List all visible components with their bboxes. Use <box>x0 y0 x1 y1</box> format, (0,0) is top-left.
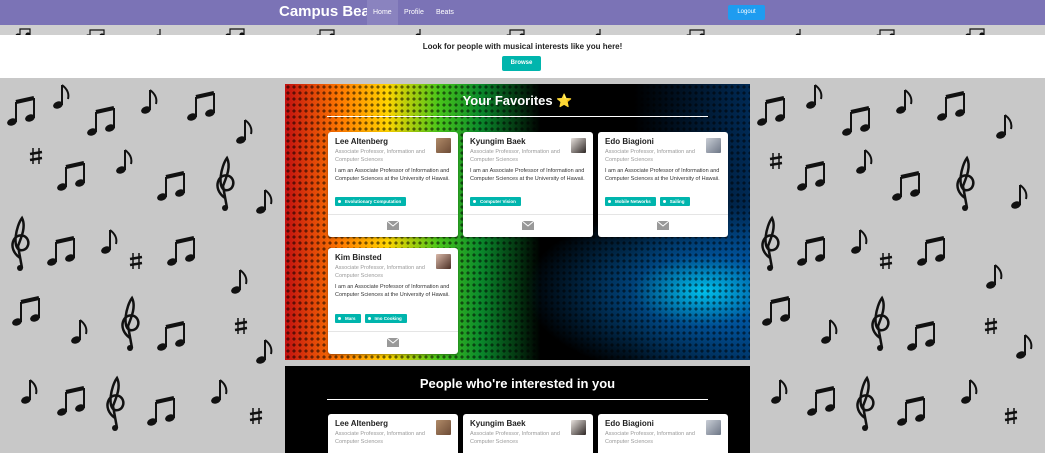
avatar <box>706 138 721 153</box>
interested-panel: People who're interested in you Lee Alte… <box>285 366 750 453</box>
profile-card[interactable]: Kyungim Baek Associate Professor, Inform… <box>463 132 593 237</box>
interest-tag[interactable]: Sailing <box>659 197 690 206</box>
card-name: Kyungim Baek <box>470 137 526 146</box>
favorites-panel: Your Favorites ⭐ Lee Altenberg Associate… <box>285 84 750 360</box>
interested-title: People who're interested in you <box>419 376 616 391</box>
card-description: I am an Associate Professor of Informati… <box>470 168 585 182</box>
avatar <box>706 420 721 435</box>
nav-home[interactable]: Home <box>367 0 398 25</box>
card-name: Kim Binsted <box>335 253 382 262</box>
card-name: Edo Biagioni <box>605 137 654 146</box>
profile-card[interactable]: Kyungim Baek Associate Professor, Inform… <box>463 414 593 453</box>
profile-card[interactable]: Lee Altenberg Associate Professor, Infor… <box>328 132 458 237</box>
card-name: Lee Altenberg <box>335 137 389 146</box>
mail-icon[interactable] <box>657 221 669 230</box>
favorites-divider <box>327 116 708 117</box>
favorites-title: Your Favorites ⭐ <box>462 93 573 108</box>
profile-card[interactable]: Edo Biagioni Associate Professor, Inform… <box>598 414 728 453</box>
card-divider <box>598 214 728 215</box>
avatar <box>571 420 586 435</box>
logout-button[interactable]: Logout <box>728 5 765 20</box>
card-tags: Mobile Networks Sailing <box>605 197 690 206</box>
nav-beats[interactable]: Beats <box>430 0 460 25</box>
card-tags: Mars Imo Cooking <box>335 314 407 323</box>
interest-tag[interactable]: Mars <box>335 314 361 323</box>
avatar <box>436 138 451 153</box>
interest-tag[interactable]: Imo Cooking <box>364 314 407 323</box>
mail-icon[interactable] <box>522 221 534 230</box>
mail-icon[interactable] <box>387 338 399 347</box>
card-title: Associate Professor, Information and Com… <box>605 149 695 163</box>
avatar <box>571 138 586 153</box>
browse-button[interactable]: Browse <box>502 56 541 71</box>
mail-icon[interactable] <box>387 221 399 230</box>
card-divider <box>463 214 593 215</box>
card-title: Associate Professor, Information and Com… <box>335 265 425 279</box>
avatar <box>436 254 451 269</box>
nav-profile[interactable]: Profile <box>398 0 430 25</box>
avatar <box>436 420 451 435</box>
card-description: I am an Associate Professor of Informati… <box>605 168 720 182</box>
profile-card[interactable]: Lee Altenberg Associate Professor, Infor… <box>328 414 458 453</box>
card-divider <box>328 214 458 215</box>
card-description: I am an Associate Professor of Informati… <box>335 168 450 182</box>
interested-divider <box>327 399 708 400</box>
card-name: Kyungim Baek <box>470 419 526 428</box>
card-title: Associate Professor, Information and Com… <box>335 431 425 445</box>
browse-banner: Look for people with musical interests l… <box>0 35 1045 78</box>
card-description: I am an Associate Professor of Informati… <box>335 284 450 298</box>
card-tags: Evolutionary Computation <box>335 197 407 206</box>
card-title: Associate Professor, Information and Com… <box>470 431 560 445</box>
card-tags: Computer Vision <box>470 197 521 206</box>
interest-tag[interactable]: Mobile Networks <box>605 197 656 206</box>
notes-strip <box>0 25 1045 35</box>
card-title: Associate Professor, Information and Com… <box>335 149 425 163</box>
profile-card[interactable]: Edo Biagioni Associate Professor, Inform… <box>598 132 728 237</box>
card-title: Associate Professor, Information and Com… <box>470 149 560 163</box>
card-divider <box>328 331 458 332</box>
top-navbar: Campus Beats Home Profile Beats Logout <box>0 0 1045 25</box>
card-name: Lee Altenberg <box>335 419 389 428</box>
interest-tag[interactable]: Evolutionary Computation <box>335 197 407 206</box>
card-title: Associate Professor, Information and Com… <box>605 431 695 445</box>
banner-text: Look for people with musical interests l… <box>422 42 623 51</box>
interest-tag[interactable]: Computer Vision <box>470 197 521 206</box>
profile-card[interactable]: Kim Binsted Associate Professor, Informa… <box>328 248 458 354</box>
card-name: Edo Biagioni <box>605 419 654 428</box>
